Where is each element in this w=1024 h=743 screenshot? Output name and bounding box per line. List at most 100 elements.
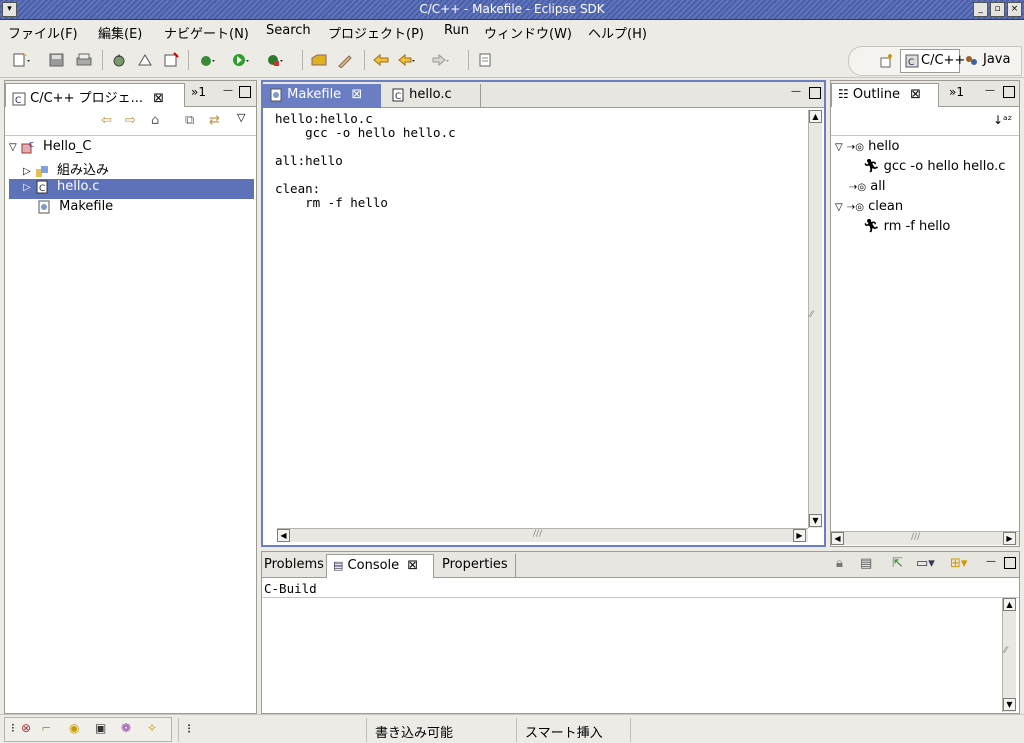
close-icon[interactable]: ⊠: [407, 558, 418, 573]
menu-search[interactable]: Search: [266, 23, 311, 38]
outline-horizontal-scrollbar[interactable]: ◀ /// ▶: [831, 531, 1019, 545]
fast-view-icon[interactable]: ⁝: [11, 721, 15, 735]
clear-console-icon[interactable]: ▤: [860, 556, 872, 571]
minimize-view-icon[interactable]: —: [986, 557, 998, 569]
display-console-icon[interactable]: ▭▾: [916, 556, 935, 571]
clean-icon[interactable]: [136, 52, 154, 68]
maximize-view-icon[interactable]: [809, 87, 821, 99]
rebuild-icon[interactable]: [162, 52, 180, 68]
console-vertical-scrollbar[interactable]: ▲ ⁄⁄ ▼: [1002, 598, 1016, 712]
maximize-button[interactable]: ▫: [990, 2, 1005, 17]
tasks-fast-icon[interactable]: ◉: [69, 721, 79, 735]
outline-item-hello[interactable]: ▽ ⇢◎ hello: [835, 139, 900, 159]
tab-hello-c[interactable]: C hello.c: [385, 84, 481, 108]
search-fast-icon[interactable]: ❁: [121, 721, 131, 735]
build-icon[interactable]: [110, 52, 128, 68]
sort-icon[interactable]: ↓ᵃᶻ: [993, 113, 1012, 127]
tab-makefile[interactable]: Makefile ⊠: [263, 84, 381, 108]
maximize-view-icon[interactable]: [239, 86, 251, 98]
expand-toggle-icon[interactable]: ▽: [835, 142, 843, 153]
scroll-down-icon[interactable]: ▼: [809, 514, 822, 527]
forward-icon[interactable]: [432, 52, 450, 68]
tree-item-hello-c[interactable]: ▷ C hello.c: [9, 179, 254, 199]
back-icon[interactable]: [398, 52, 416, 68]
link-editor-icon[interactable]: ⇄: [209, 113, 220, 128]
close-icon[interactable]: ⊠: [910, 87, 921, 102]
console-output[interactable]: [262, 598, 1002, 712]
scroll-up-icon[interactable]: ▲: [809, 110, 822, 123]
tab-problems[interactable]: Problems: [262, 554, 324, 578]
pin-editor-icon[interactable]: [476, 52, 494, 68]
perspective-cpp[interactable]: C C/C++: [900, 49, 965, 73]
open-perspective-icon[interactable]: [878, 53, 896, 69]
close-icon[interactable]: ⊠: [153, 91, 164, 106]
tab-outline[interactable]: ☷ Outline ⊠: [831, 83, 939, 107]
bookmarks-fast-icon[interactable]: ⌐: [41, 721, 51, 735]
minimize-view-icon[interactable]: —: [223, 86, 235, 98]
close-button[interactable]: ×: [1007, 2, 1022, 17]
maximize-view-icon[interactable]: [1003, 86, 1015, 98]
back-nav-icon[interactable]: ⇦: [101, 113, 112, 128]
external-tools-icon[interactable]: [266, 52, 284, 68]
up-nav-icon[interactable]: ⌂: [151, 113, 159, 128]
problems-fast-icon[interactable]: ⊗: [21, 721, 31, 735]
maximize-view-icon[interactable]: [1004, 557, 1016, 569]
scroll-right-icon[interactable]: ▶: [793, 529, 806, 542]
scroll-down-icon[interactable]: ▼: [1003, 698, 1016, 711]
outline-item-command[interactable]: 🏃︎ gcc -o hello hello.c: [863, 159, 1019, 179]
progress-fast-icon[interactable]: ✧: [147, 721, 157, 735]
close-icon[interactable]: ⊠: [351, 87, 362, 102]
last-edit-icon[interactable]: [372, 52, 390, 68]
view-overflow-label[interactable]: »1: [191, 85, 206, 99]
open-console-icon[interactable]: ⊞▾: [950, 556, 967, 571]
outline-item-command[interactable]: 🏃︎ rm -f hello: [863, 219, 950, 239]
view-menu-icon[interactable]: ▽: [237, 111, 245, 124]
forward-nav-icon[interactable]: ⇨: [125, 113, 136, 128]
menu-run[interactable]: Run: [444, 23, 469, 38]
tab-console[interactable]: ▤ Console ⊠: [326, 554, 434, 578]
new-icon[interactable]: [12, 52, 30, 68]
scroll-grip-icon[interactable]: ///: [911, 532, 920, 542]
menu-project[interactable]: プロジェクト(P): [328, 23, 424, 42]
run-icon[interactable]: [232, 52, 250, 68]
scroll-grip-icon[interactable]: ⁄⁄: [810, 310, 813, 320]
save-icon[interactable]: [48, 52, 66, 68]
expand-toggle-icon[interactable]: ▽: [835, 202, 843, 213]
scroll-grip-icon[interactable]: ⁄⁄: [1004, 646, 1007, 656]
scroll-grip-icon[interactable]: ///: [533, 529, 542, 539]
view-overflow-label[interactable]: »1: [949, 85, 964, 99]
open-type-icon[interactable]: [310, 52, 328, 68]
scroll-right-icon[interactable]: ▶: [1003, 532, 1016, 545]
expand-toggle-icon[interactable]: ▷: [23, 166, 31, 177]
menu-window[interactable]: ウィンドウ(W): [484, 23, 572, 42]
lock-icon[interactable]: 🔒︎: [836, 556, 843, 571]
pin-console-icon[interactable]: ⇱: [892, 556, 903, 571]
minimize-view-icon[interactable]: —: [791, 87, 803, 99]
code-area[interactable]: hello:hello.c gcc -o hello hello.c all:h…: [275, 112, 803, 528]
editor-horizontal-scrollbar[interactable]: ◀ /// ▶: [277, 528, 808, 542]
menu-edit[interactable]: 編集(E): [98, 23, 142, 42]
menu-file[interactable]: ファイル(F): [8, 23, 78, 42]
print-icon[interactable]: [75, 52, 93, 68]
menu-help[interactable]: ヘルプ(H): [588, 23, 647, 42]
outline-item-all[interactable]: ⇢◎ all: [849, 179, 885, 199]
tree-item-includes[interactable]: ▷ 組み込み: [23, 159, 254, 179]
tree-item-makefile[interactable]: Makefile: [37, 199, 254, 219]
terminal-fast-icon[interactable]: ▣: [95, 721, 106, 735]
menu-navigate[interactable]: ナビゲート(N): [164, 23, 249, 42]
outline-item-clean[interactable]: ▽ ⇢◎ clean: [835, 199, 903, 219]
scroll-left-icon[interactable]: ◀: [277, 529, 290, 542]
collapse-all-icon[interactable]: ⧉: [185, 113, 194, 128]
minimize-view-icon[interactable]: —: [985, 86, 997, 98]
scroll-up-icon[interactable]: ▲: [1003, 598, 1016, 611]
scroll-left-icon[interactable]: ◀: [831, 532, 844, 545]
tab-project-explorer[interactable]: C C/C++ プロジェ... ⊠: [5, 83, 185, 107]
open-element-icon[interactable]: [336, 52, 354, 68]
expand-toggle-icon[interactable]: ▽: [9, 142, 17, 153]
debug-icon[interactable]: [198, 52, 216, 68]
editor-vertical-scrollbar[interactable]: ▲ ⁄⁄ ▼: [808, 110, 822, 528]
tree-item-project[interactable]: ▽ C Hello_C: [9, 139, 254, 159]
minimize-button[interactable]: _: [973, 2, 988, 17]
tab-properties[interactable]: Properties: [436, 554, 516, 578]
expand-toggle-icon[interactable]: ▷: [23, 182, 31, 193]
